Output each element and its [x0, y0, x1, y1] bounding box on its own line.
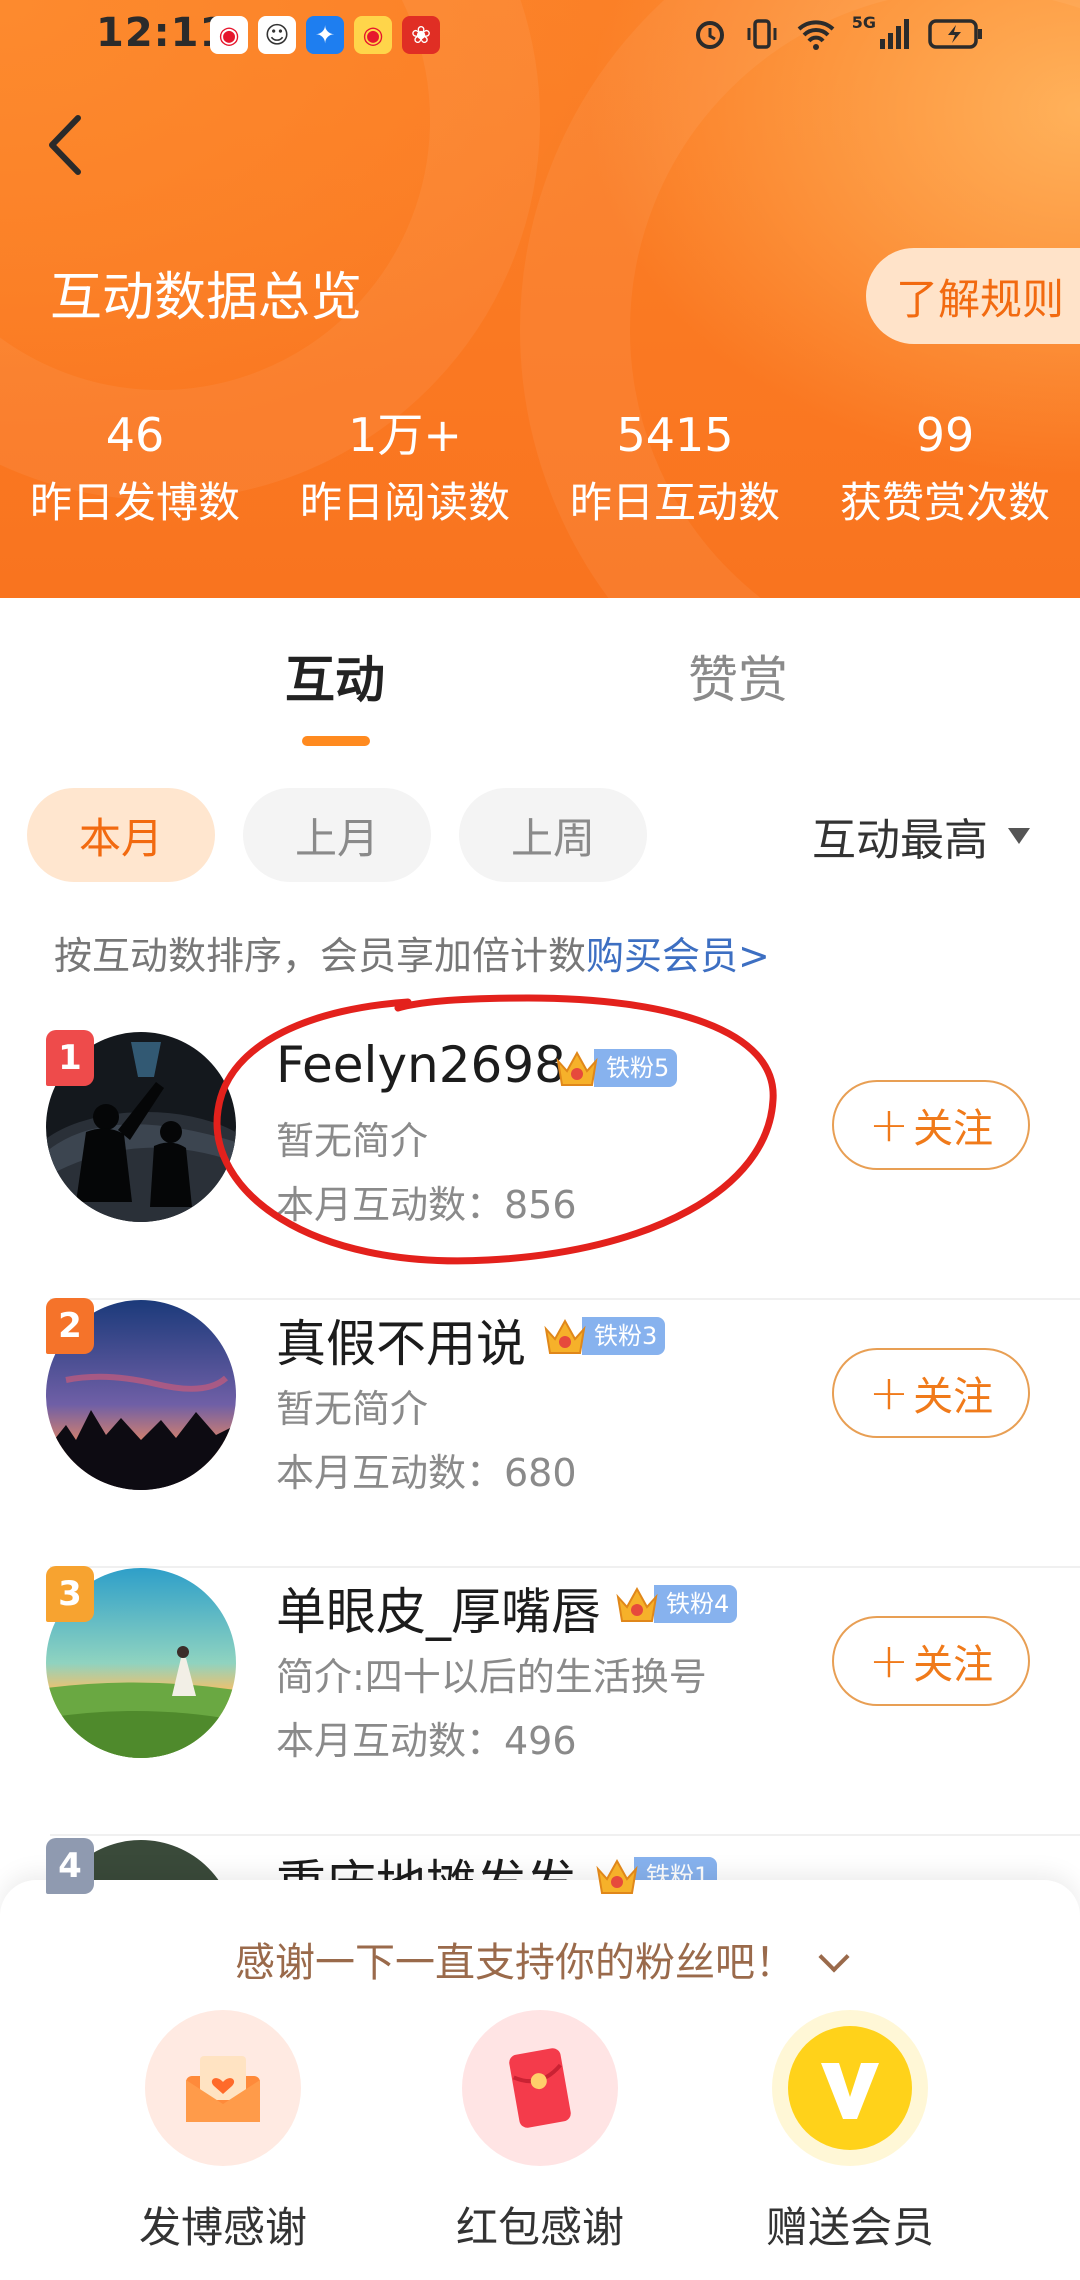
filter-last-month[interactable]: 上月 [243, 788, 431, 882]
back-arrow-icon[interactable] [40, 110, 100, 180]
filter-last-week[interactable]: 上周 [459, 788, 647, 882]
stat-label: 获赞赏次数 [839, 478, 1050, 527]
filter-bar: 本月 上月 上周 互动最高 [0, 788, 1080, 882]
pinduoduo-icon: ❀ [402, 16, 440, 54]
stat-value: 1万+ [348, 408, 462, 462]
vibrate-icon [747, 19, 777, 49]
red-packet-icon [462, 2010, 618, 2166]
gift-vip-button[interactable]: 赠送会员 [730, 2010, 970, 2255]
fan-interaction-count: 本月互动数：680 [276, 1451, 577, 1495]
iron-fan-badge: 铁粉4 [612, 1582, 738, 1626]
wifi-icon [797, 20, 835, 50]
header: 12:11 ◉ ☺ ✦ ◉ ❀ 5G 互动数据总览 了解规则 46 昨日发博数 … [0, 0, 1080, 598]
plus-icon: + [868, 1633, 910, 1689]
plus-icon: + [868, 1365, 910, 1421]
vip-v-icon [772, 2010, 928, 2166]
page-title: 互动数据总览 [50, 268, 363, 328]
follow-label: 关注 [913, 1374, 994, 1420]
plus-icon: + [868, 1097, 910, 1153]
crown-icon [596, 1858, 638, 1894]
stat-reads: 1万+ 昨日阅读数 [270, 405, 540, 535]
avatar-app-icon: ☺ [258, 16, 296, 54]
stat-rewards: 99 获赞赏次数 [810, 405, 1080, 535]
notification-icons: ◉ ☺ ✦ ◉ ❀ [210, 16, 440, 54]
rank-badge: 4 [46, 1838, 94, 1894]
follow-button[interactable]: + 关注 [832, 1080, 1030, 1170]
follow-label: 关注 [913, 1642, 994, 1688]
fan-interaction-count: 本月互动数：856 [276, 1183, 577, 1227]
thanks-text: 感谢一下一直支持你的粉丝吧！ [235, 1940, 795, 1986]
status-bar: 12:11 ◉ ☺ ✦ ◉ ❀ 5G [0, 0, 1080, 72]
stat-value: 5415 [616, 408, 734, 462]
follow-button[interactable]: + 关注 [832, 1348, 1030, 1438]
tab-reward[interactable]: 赞赏 [688, 640, 788, 712]
hint-text: 按互动数排序，会员享加倍计数 [54, 934, 587, 978]
weibo-icon: ◉ [210, 16, 248, 54]
chevron-down-icon [818, 1941, 850, 1973]
caret-down-icon [1008, 828, 1030, 844]
stat-interactions: 5415 昨日互动数 [540, 405, 810, 535]
rank-badge: 3 [46, 1566, 94, 1622]
list-item[interactable]: 2 真假不用说 铁粉3 暂无简介 本月互动数：680 + 关注 [0, 1298, 1080, 1568]
stat-label: 昨日互动数 [569, 478, 780, 527]
iron-fan-badge: 铁粉5 [552, 1046, 678, 1090]
crown-icon [616, 1586, 658, 1622]
thanks-panel: 感谢一下一直支持你的粉丝吧！ 发博感谢 红包感谢 赠送会员 [0, 1880, 1080, 2280]
sort-label: 互动最高 [812, 815, 988, 866]
filter-this-month[interactable]: 本月 [27, 788, 215, 882]
follow-button[interactable]: + 关注 [832, 1616, 1030, 1706]
fan-name[interactable]: Feelyn2698 [276, 1036, 566, 1094]
stat-value: 46 [105, 408, 165, 462]
weibo-icon: ◉ [354, 16, 392, 54]
rules-button[interactable]: 了解规则 [866, 248, 1080, 344]
red-packet-thanks-button[interactable]: 红包感谢 [420, 2010, 660, 2255]
list-item[interactable]: 1 Feelyn2698 铁粉5 暂无简介 本月互动数：856 + 关注 [0, 1030, 1080, 1300]
bulb-app-icon: ✦ [306, 16, 344, 54]
buy-vip-link[interactable]: 购买会员> [586, 934, 770, 978]
tab-indicator [302, 736, 370, 746]
signal-icon [880, 19, 909, 49]
stat-value: 99 [915, 408, 975, 462]
fan-bio: 暂无简介 [276, 1119, 429, 1163]
action-label: 赠送会员 [765, 2203, 934, 2252]
post-thanks-button[interactable]: 发博感谢 [103, 2010, 343, 2255]
follow-label: 关注 [913, 1106, 994, 1152]
list-item[interactable]: 3 单眼皮_厚嘴唇 铁粉4 简介:四十以后的生活换号 本月互动数：496 + 关注 [0, 1566, 1080, 1836]
rank-badge: 1 [46, 1030, 94, 1086]
sort-dropdown[interactable]: 互动最高 [812, 804, 1030, 868]
crown-icon [544, 1318, 586, 1354]
fan-bio: 暂无简介 [276, 1387, 429, 1431]
action-label: 红包感谢 [455, 2203, 624, 2252]
tab-interaction[interactable]: 互动 [285, 640, 385, 712]
fan-name[interactable]: 真假不用说 [276, 1304, 526, 1376]
sort-hint: 按互动数排序，会员享加倍计数购买会员> [54, 925, 770, 980]
stat-posts: 46 昨日发博数 [0, 405, 270, 535]
fan-name[interactable]: 单眼皮_厚嘴唇 [276, 1572, 601, 1644]
tab-bar: 互动 赞赏 [0, 640, 1080, 750]
stats-overview: 46 昨日发博数 1万+ 昨日阅读数 5415 昨日互动数 99 获赞赏次数 [0, 405, 1080, 535]
status-time: 12:11 [96, 10, 229, 56]
stat-label: 昨日阅读数 [299, 478, 510, 527]
badge-text: 铁粉3 [582, 1317, 666, 1355]
network-type: 5G [851, 12, 876, 32]
stat-label: 昨日发博数 [29, 478, 240, 527]
envelope-heart-icon [145, 2010, 301, 2166]
action-label: 发博感谢 [138, 2203, 307, 2252]
fan-interaction-count: 本月互动数：496 [276, 1719, 577, 1763]
iron-fan-badge: 铁粉3 [540, 1314, 666, 1358]
crown-icon [556, 1050, 598, 1086]
alarm-icon [695, 21, 724, 49]
thanks-prompt[interactable]: 感谢一下一直支持你的粉丝吧！ [0, 1930, 1080, 1988]
rank-badge: 2 [46, 1298, 94, 1354]
divider [50, 1834, 1080, 1836]
battery-icon [928, 19, 982, 49]
badge-text: 铁粉4 [654, 1585, 738, 1623]
fan-bio: 简介:四十以后的生活换号 [276, 1655, 707, 1699]
badge-text: 铁粉5 [594, 1049, 678, 1087]
system-icons: 5G [692, 12, 984, 52]
